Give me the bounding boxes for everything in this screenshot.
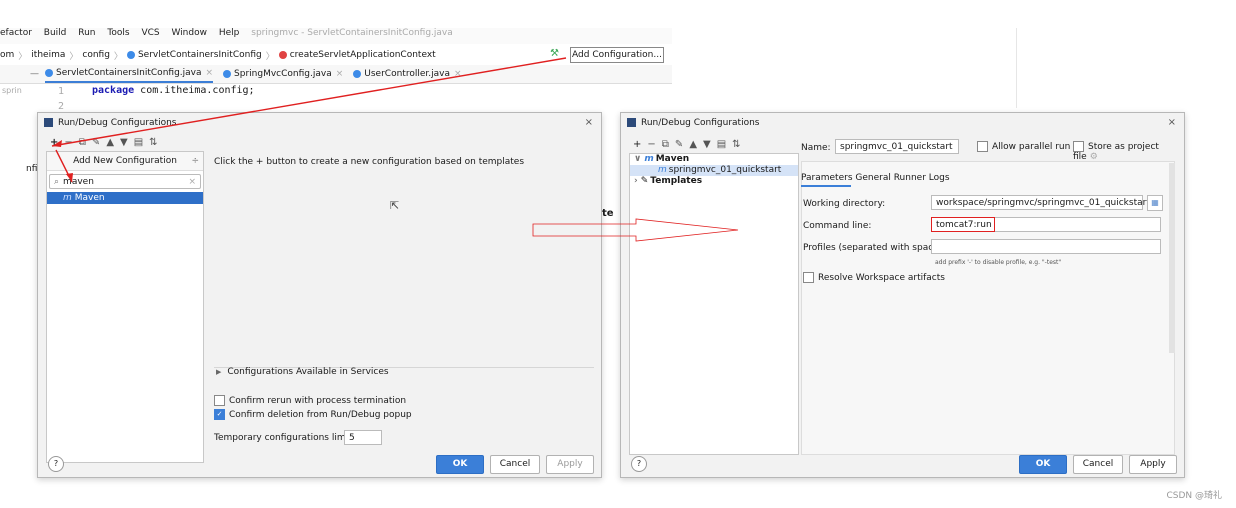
- watermark: CSDN @琦礼: [1166, 491, 1222, 501]
- annotation-arrows: [51, 57, 739, 242]
- arrowhead: [66, 173, 73, 182]
- big-arrow-icon: [532, 218, 739, 242]
- arrow-to-add-icon: [51, 57, 567, 147]
- arrowhead: [52, 140, 62, 147]
